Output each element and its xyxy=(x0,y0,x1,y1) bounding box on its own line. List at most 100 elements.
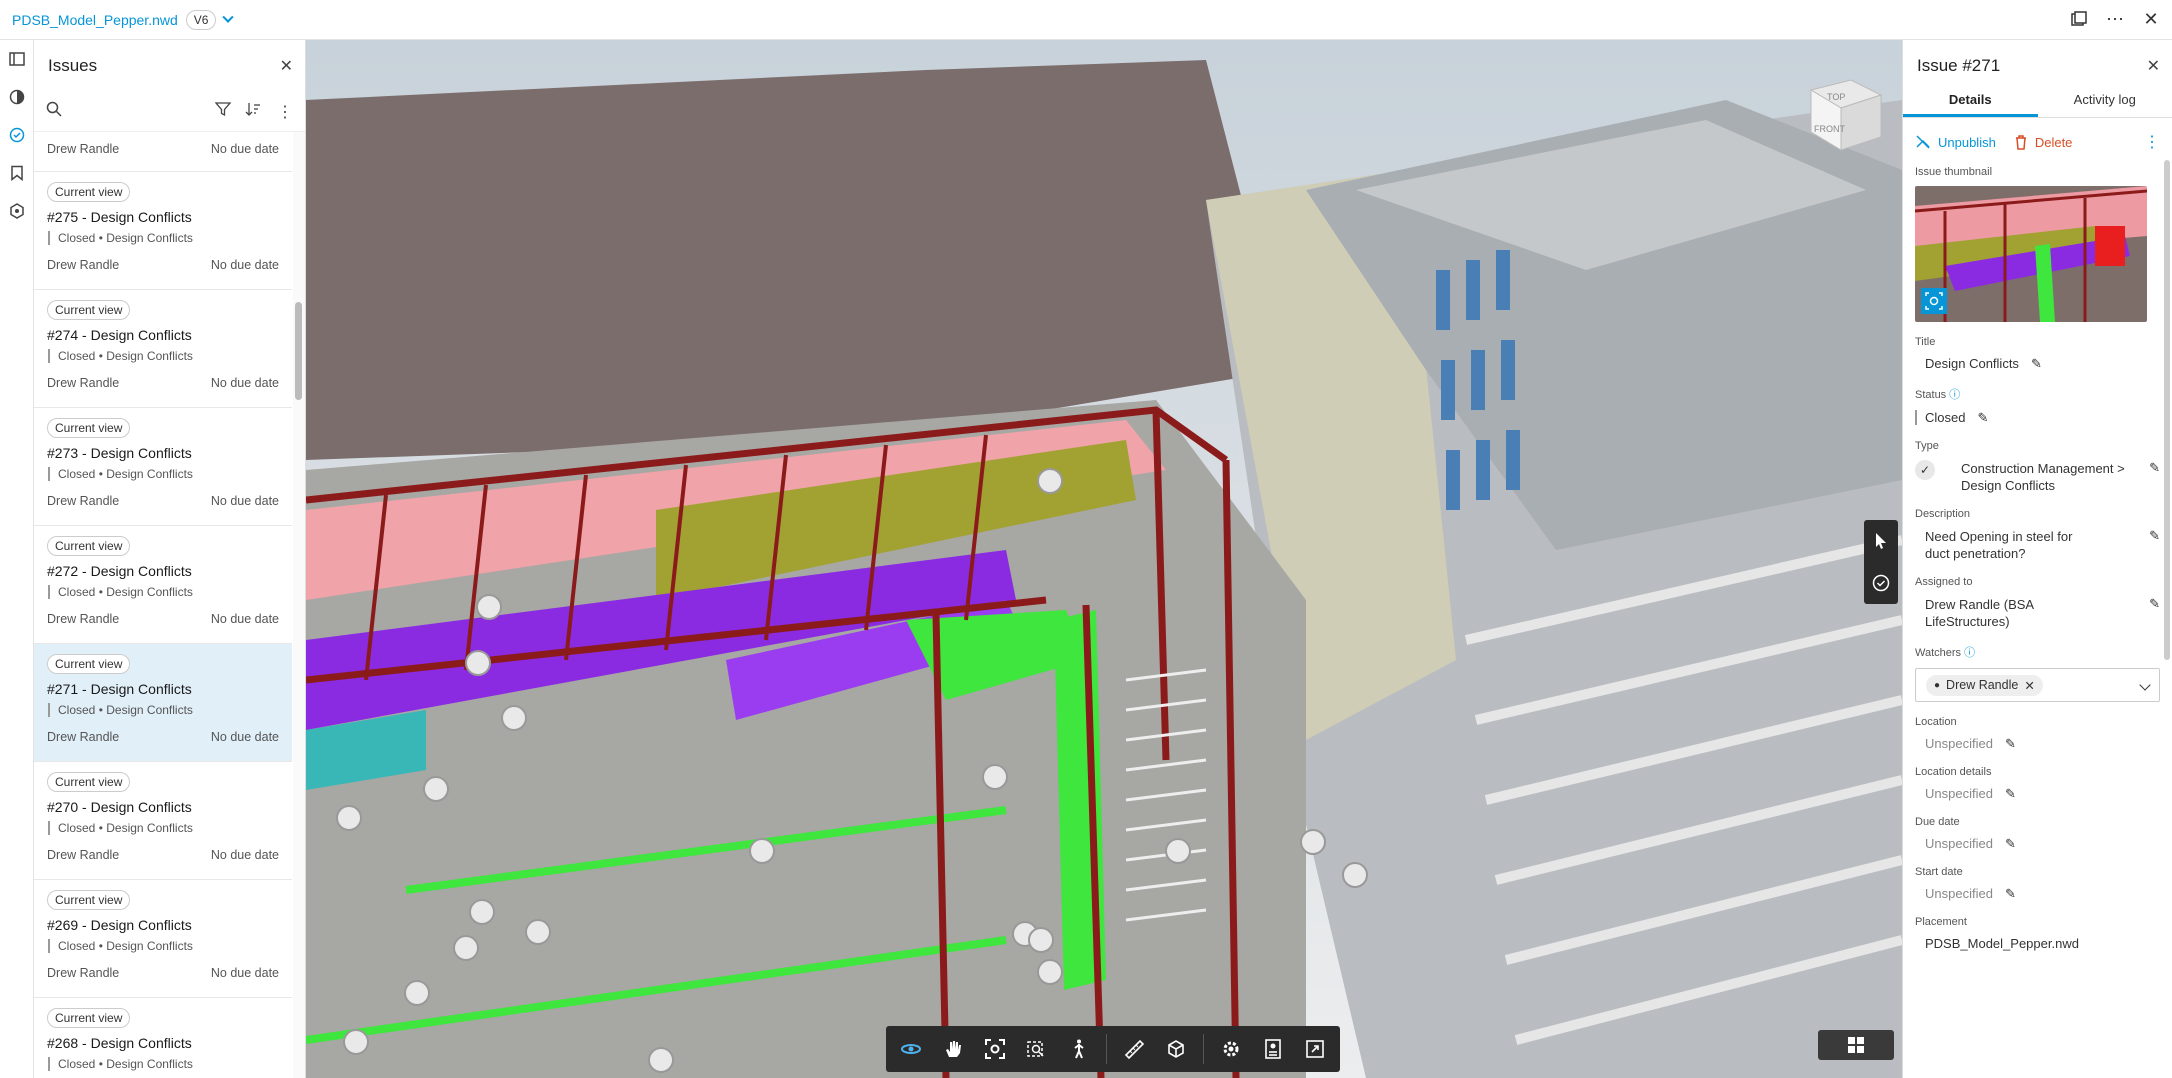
pencil-icon[interactable]: ✎ xyxy=(2005,736,2016,752)
list-item[interactable]: Current view #273 - Design Conflicts Close… xyxy=(34,408,292,526)
list-item[interactable]: Current view #268 - Design Conflicts Close… xyxy=(34,998,292,1078)
list-item[interactable]: Current view #271 - Design Conflicts Close… xyxy=(34,644,292,762)
viewer-toolbar xyxy=(886,1026,1340,1072)
close-icon[interactable]: ✕ xyxy=(2140,8,2162,30)
info-icon[interactable]: ⓘ xyxy=(1964,647,1975,659)
pencil-icon[interactable]: ✎ xyxy=(2149,596,2160,612)
assigned-label: Assigned to xyxy=(1915,576,1973,588)
more-icon[interactable]: ⋮ xyxy=(277,102,293,122)
model-browser-icon[interactable] xyxy=(0,78,34,116)
list-item[interactable]: Current view #269 - Design Conflicts Close… xyxy=(34,880,292,998)
windows-icon[interactable] xyxy=(2068,8,2090,30)
pencil-icon[interactable]: ✎ xyxy=(2031,356,2042,372)
scrollbar[interactable] xyxy=(2162,160,2172,700)
pencil-icon[interactable]: ✎ xyxy=(1977,410,1988,426)
delete-button[interactable]: Delete xyxy=(2014,134,2072,150)
current-view-chip: Current view xyxy=(47,300,131,320)
user-icon: ● xyxy=(1934,679,1941,691)
type-check-icon: ✓ xyxy=(1915,460,1935,480)
due-date-value: Unspecified xyxy=(1925,836,1993,851)
scrollbar[interactable] xyxy=(293,132,305,1078)
top-bar: PDSB_Model_Pepper.nwd V6 ⋯ ✕ xyxy=(0,0,2172,40)
issue-due: No due date xyxy=(210,612,279,626)
pencil-icon[interactable]: ✎ xyxy=(2005,786,2016,802)
issue-status: Closed • Design Conflicts xyxy=(48,1057,279,1071)
issue-due: No due date xyxy=(210,730,279,744)
watchers-select[interactable]: ● Drew Randle ✕ xyxy=(1915,668,2160,702)
fullscreen-icon[interactable] xyxy=(1294,1026,1336,1072)
issue-assignee: Drew Randle xyxy=(47,730,120,744)
location-value: Unspecified xyxy=(1925,736,1993,751)
building-model-render: TOP FRONT xyxy=(306,40,1902,1078)
issue-assignee: Drew Randle xyxy=(47,258,120,272)
pan-icon[interactable] xyxy=(932,1026,974,1072)
issue-title: #273 - Design Conflicts xyxy=(47,445,192,461)
trash-icon xyxy=(2015,135,2026,150)
list-item[interactable]: Current view #270 - Design Conflicts Close… xyxy=(34,762,292,880)
type-label: Type xyxy=(1915,440,1939,452)
pencil-icon[interactable]: ✎ xyxy=(2005,886,2016,902)
placement-value: PDSB_Model_Pepper.nwd xyxy=(1925,936,2079,951)
issue-thumbnail[interactable] xyxy=(1915,186,2147,322)
more-icon[interactable]: ⋯ xyxy=(2104,8,2126,30)
type-value: Construction Management > Design Conflic… xyxy=(1961,461,2125,493)
viewcube-front: FRONT xyxy=(1814,124,1845,134)
due-date-label: Due date xyxy=(1915,816,1960,828)
pencil-icon[interactable]: ✎ xyxy=(2149,460,2160,476)
chevron-down-icon[interactable] xyxy=(222,11,235,23)
layout-grid-icon[interactable] xyxy=(1818,1030,1894,1060)
pencil-icon[interactable]: ✎ xyxy=(2005,836,2016,852)
more-icon[interactable]: ⋮ xyxy=(2144,132,2160,152)
list-item[interactable]: Drew Randle No due date xyxy=(34,132,292,172)
model-viewer[interactable]: TOP FRONT xyxy=(306,40,1902,1078)
list-item[interactable]: Current view #275 - Design Conflicts Close… xyxy=(34,172,292,290)
cursor-icon[interactable] xyxy=(1864,520,1898,562)
chevron-down-icon[interactable] xyxy=(2139,679,2151,691)
filter-icon[interactable] xyxy=(214,101,232,122)
sheets-icon[interactable] xyxy=(0,40,34,78)
close-icon[interactable]: ✕ xyxy=(2147,56,2160,76)
info-icon[interactable]: ⓘ xyxy=(1949,389,1960,401)
model-settings-icon[interactable] xyxy=(0,192,34,230)
properties-icon[interactable] xyxy=(1252,1026,1294,1072)
pencil-icon[interactable]: ✎ xyxy=(2149,528,2160,544)
issue-status: Closed • Design Conflicts xyxy=(48,703,279,717)
issues-icon[interactable] xyxy=(0,116,34,154)
current-view-chip: Current view xyxy=(47,418,131,438)
panel-title: Issues xyxy=(48,56,98,75)
list-item[interactable]: Current view #274 - Design Conflicts Close… xyxy=(34,290,292,408)
search-icon[interactable] xyxy=(46,101,62,122)
settings-icon[interactable] xyxy=(1210,1026,1252,1072)
issue-due: No due date xyxy=(210,966,279,980)
section-icon[interactable] xyxy=(1155,1026,1197,1072)
fit-view-icon[interactable] xyxy=(974,1026,1016,1072)
check-circle-icon[interactable] xyxy=(1864,562,1898,604)
list-item[interactable]: Current view #272 - Design Conflicts Close… xyxy=(34,526,292,644)
assigned-value: Drew Randle (BSA LifeStructures) xyxy=(1925,597,2034,629)
remove-icon[interactable]: ✕ xyxy=(2024,678,2034,693)
walk-icon[interactable] xyxy=(1058,1026,1100,1072)
sort-icon[interactable] xyxy=(245,101,261,122)
issue-title: #274 - Design Conflicts xyxy=(47,327,192,343)
file-name[interactable]: PDSB_Model_Pepper.nwd xyxy=(12,12,178,28)
bookmark-icon[interactable] xyxy=(0,154,34,192)
issue-status: Closed • Design Conflicts xyxy=(48,349,279,363)
issue-title: Issue #271 xyxy=(1917,56,2001,75)
tab-details[interactable]: Details xyxy=(1903,92,2038,117)
start-date-label: Start date xyxy=(1915,866,1963,878)
zoom-window-icon[interactable] xyxy=(1016,1026,1058,1072)
measure-icon[interactable] xyxy=(1113,1026,1155,1072)
issue-status: Closed • Design Conflicts xyxy=(48,939,279,953)
issue-status: Closed • Design Conflicts xyxy=(48,467,279,481)
issue-title: #272 - Design Conflicts xyxy=(47,563,192,579)
unpublish-button[interactable]: Unpublish xyxy=(1915,134,1996,150)
version-badge[interactable]: V6 xyxy=(185,9,217,30)
current-view-chip: Current view xyxy=(47,1008,131,1028)
title-label: Title xyxy=(1915,336,1936,348)
close-icon[interactable]: ✕ xyxy=(280,56,293,76)
description-value: Need Opening in steel for duct penetrati… xyxy=(1925,529,2073,561)
orbit-icon[interactable] xyxy=(890,1026,932,1072)
issue-due: No due date xyxy=(210,258,279,272)
issues-list: Drew Randle No due date Current view #275 … xyxy=(34,132,292,1078)
tab-activity-log[interactable]: Activity log xyxy=(2038,92,2172,117)
